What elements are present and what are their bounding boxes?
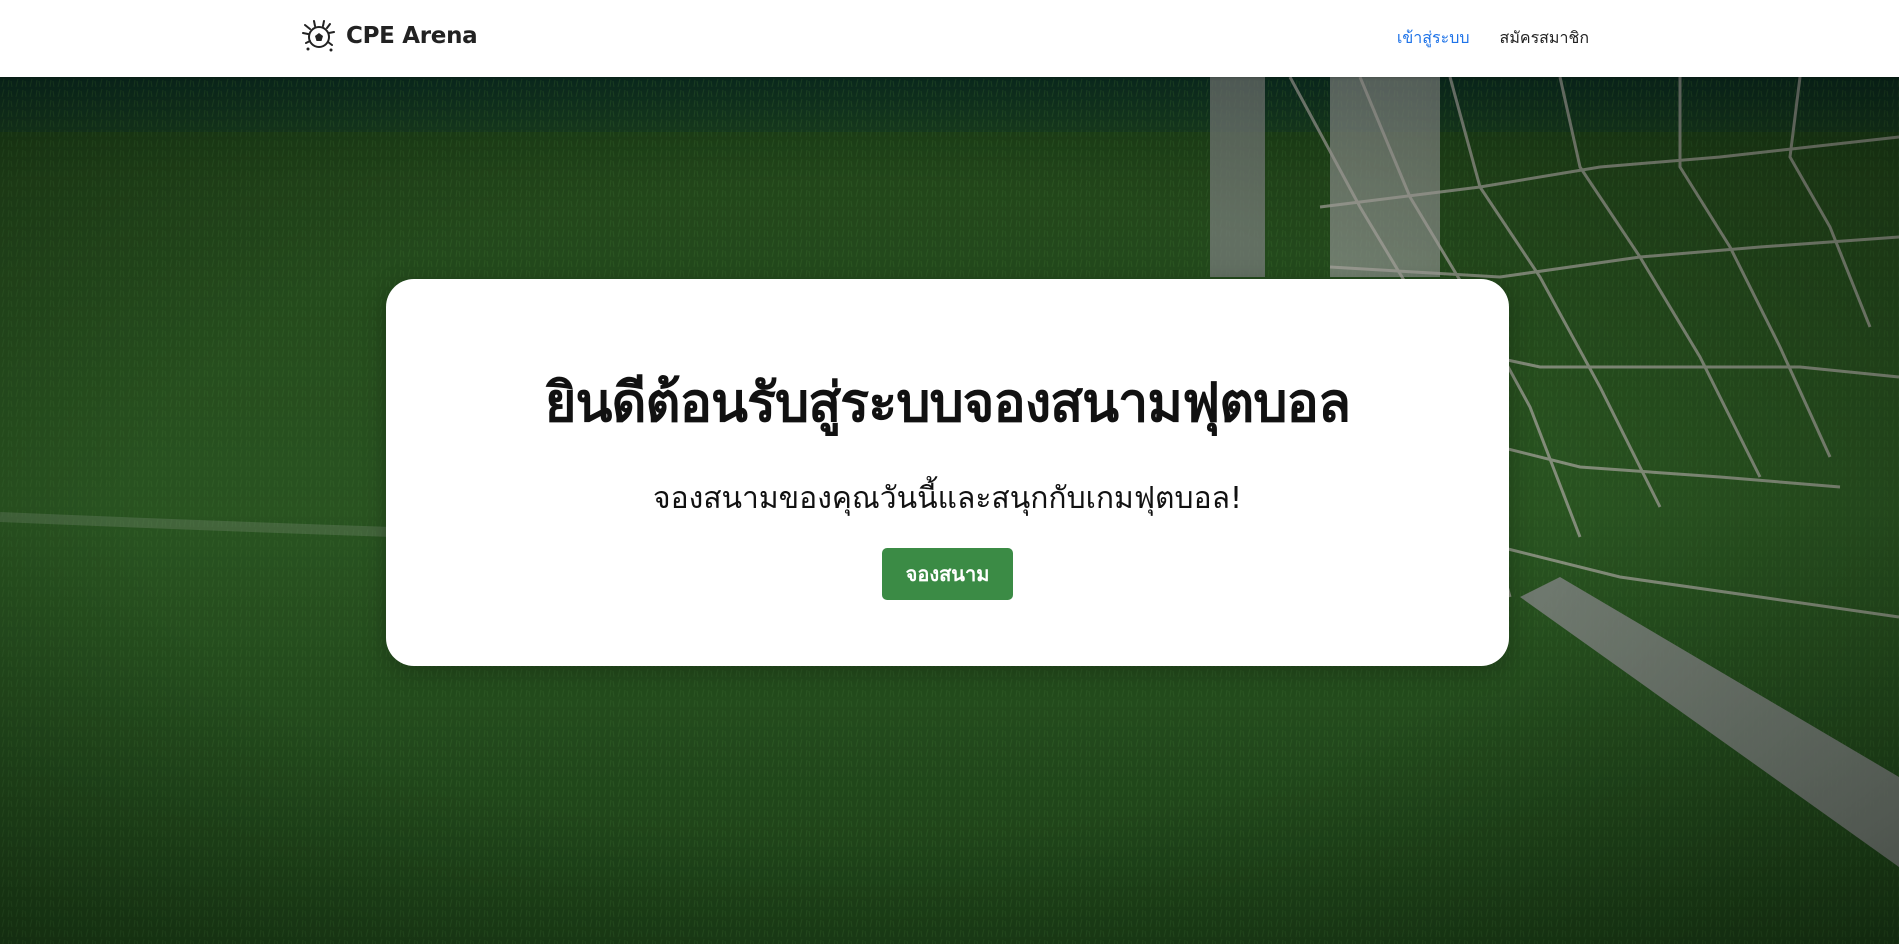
brand-home-link[interactable]: CPE Arena: [302, 16, 478, 56]
welcome-subtitle: จองสนามของคุณวันนี้และสนุกกับเกมฟุตบอล!: [652, 481, 1243, 516]
book-field-button[interactable]: จองสนาม: [882, 548, 1013, 600]
nav-links: เข้าสู่ระบบ สมัครสมาชิก: [1397, 0, 1589, 77]
hero-section: ยินดีต้อนรับสู่ระบบจองสนามฟุตบอล จองสนาม…: [0, 77, 1899, 944]
login-link[interactable]: เข้าสู่ระบบ: [1397, 26, 1470, 51]
welcome-card: ยินดีต้อนรับสู่ระบบจองสนามฟุตบอล จองสนาม…: [386, 279, 1509, 666]
brand-name: CPE Arena: [346, 23, 478, 49]
register-link[interactable]: สมัครสมาชิก: [1500, 26, 1589, 51]
soccer-ball-icon: [302, 20, 335, 52]
welcome-title: ยินดีต้อนรับสู่ระบบจองสนามฟุตบอล: [544, 371, 1351, 434]
top-navbar: CPE Arena เข้าสู่ระบบ สมัครสมาชิก: [0, 0, 1899, 77]
